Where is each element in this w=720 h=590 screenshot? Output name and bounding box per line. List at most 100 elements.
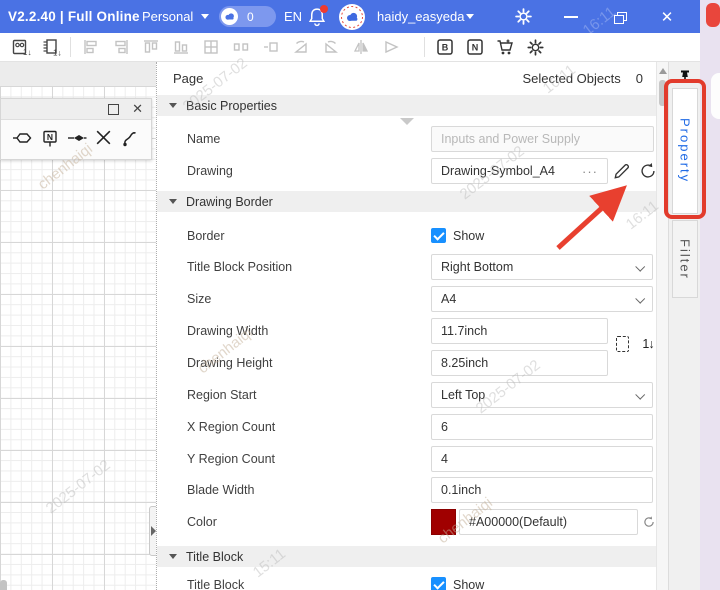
x-region-count-input[interactable]: 6 xyxy=(431,414,653,440)
row-name: Name xyxy=(157,126,657,152)
restore-button[interactable] xyxy=(604,0,634,33)
title-block-show-checkbox[interactable] xyxy=(431,577,446,590)
drawing-height-input[interactable]: 8.25inch xyxy=(431,350,608,376)
color-reset-icon[interactable] xyxy=(641,514,657,530)
selected-objects: Selected Objects 0 xyxy=(522,71,643,86)
no-connect-icon[interactable] xyxy=(94,128,113,152)
probe-icon[interactable] xyxy=(120,128,140,153)
minimize-button[interactable] xyxy=(556,0,586,33)
canvas-grid[interactable] xyxy=(0,86,156,590)
palette-close-icon[interactable]: ✕ xyxy=(132,100,143,118)
row-drawing-width: Drawing Width 11.7inch xyxy=(157,318,657,344)
chevron-down-icon xyxy=(635,389,645,399)
notification-badge xyxy=(320,5,328,13)
row-drawing-height: Drawing Height 8.25inch xyxy=(157,350,657,376)
palette-title-bar[interactable]: ✕ xyxy=(1,99,151,120)
border-label: Border xyxy=(187,229,225,243)
net-flag-icon[interactable] xyxy=(67,128,87,153)
row-y-region-count: Y Region Count 4 xyxy=(157,446,657,472)
drawing-height-label: Drawing Height xyxy=(187,356,272,370)
toolbar-separator xyxy=(424,37,425,57)
selected-objects-count: 0 xyxy=(636,71,643,86)
workspace-menu[interactable]: Personal xyxy=(142,0,193,33)
drawing-label: Drawing xyxy=(187,164,233,178)
border-show-checkbox[interactable] xyxy=(431,228,446,243)
flip-vertical-icon xyxy=(380,36,402,58)
canvas-left-scrollbar-thumb[interactable] xyxy=(0,580,7,590)
row-blade-width: Blade Width 0.1inch xyxy=(157,477,657,503)
pin-icon[interactable] xyxy=(12,128,33,153)
panel-collapse-arrow[interactable] xyxy=(400,118,414,125)
align-top-icon xyxy=(140,36,162,58)
blade-width-input[interactable]: 0.1inch xyxy=(431,477,653,503)
row-color: Color #A00000(Default) xyxy=(157,509,657,535)
align-right-icon xyxy=(110,36,132,58)
x-region-count-label: X Region Count xyxy=(187,420,275,434)
title-bar: V2.2.40 | Full Online Personal 0 EN haid… xyxy=(0,0,700,33)
app-version-label: V2.2.40 | Full Online xyxy=(8,0,140,33)
border-show-label: Show xyxy=(453,229,484,243)
coin-cloud-icon xyxy=(221,8,238,25)
region-start-label: Region Start xyxy=(187,388,256,402)
title-block-show-label: Show xyxy=(453,578,484,590)
section-collapse-icon xyxy=(169,554,177,559)
cart-icon[interactable] xyxy=(494,36,516,58)
tab-filter[interactable]: Filter xyxy=(672,220,698,298)
palette-maximize-icon[interactable] xyxy=(108,104,119,115)
drawing-width-label: Drawing Width xyxy=(187,324,268,338)
rotate-ccw-icon xyxy=(290,36,312,58)
align-grid-icon xyxy=(200,36,222,58)
color-swatch[interactable] xyxy=(431,509,456,535)
property-panel: Page Selected Objects 0 Basic Properties… xyxy=(156,62,657,590)
chevron-down-icon xyxy=(635,261,645,271)
distribute-vertical-icon xyxy=(260,36,282,58)
coin-balance-button[interactable]: 0 xyxy=(219,6,276,27)
notifications-bell-icon[interactable] xyxy=(308,7,328,27)
ic-order-icon[interactable]: 1↓ xyxy=(40,36,62,58)
color-input[interactable]: #A00000(Default) xyxy=(459,509,638,535)
annotation-arrow xyxy=(540,175,640,260)
row-x-region-count: X Region Count 6 xyxy=(157,414,657,440)
svg-text:N: N xyxy=(472,43,479,53)
region-start-select[interactable]: Left Top xyxy=(431,382,653,408)
align-left-icon xyxy=(80,36,102,58)
restore-icon xyxy=(614,12,625,22)
svg-text:N: N xyxy=(47,131,53,141)
section-collapse-icon xyxy=(169,103,177,108)
rotate-cw-icon xyxy=(320,36,342,58)
size-select[interactable]: A4 xyxy=(431,286,653,312)
desktop-red-widget xyxy=(706,3,720,27)
section-basic-properties[interactable]: Basic Properties xyxy=(157,95,657,116)
name-input[interactable] xyxy=(431,126,654,152)
y-region-count-input[interactable]: 4 xyxy=(431,446,653,472)
fit-size-icon[interactable] xyxy=(610,332,634,356)
language-button[interactable]: EN xyxy=(284,0,302,33)
align-bottom-icon xyxy=(170,36,192,58)
toolbar-separator xyxy=(70,37,71,57)
section-title-block[interactable]: Title Block xyxy=(157,546,657,567)
name-label: Name xyxy=(187,132,220,146)
footprint-order-icon[interactable]: 1↓ xyxy=(10,36,32,58)
user-avatar[interactable] xyxy=(339,4,365,30)
username-menu[interactable]: haidy_easyeda xyxy=(377,0,464,33)
palette-body: N xyxy=(1,120,151,160)
color-label: Color xyxy=(187,515,217,529)
annotation-highlight-box xyxy=(664,79,706,219)
svg-text:1↓: 1↓ xyxy=(23,48,31,57)
main-toolbar: 1↓ 1↓ xyxy=(0,33,700,62)
toolbar-settings-gear-icon[interactable] xyxy=(524,36,546,58)
scroll-up-arrow[interactable] xyxy=(659,68,667,74)
close-button[interactable]: ✕ xyxy=(652,0,682,33)
minimize-icon xyxy=(564,16,578,18)
chevron-down-icon xyxy=(466,14,474,19)
row-region-start: Region Start Left Top xyxy=(157,382,657,408)
net-label-icon[interactable]: N xyxy=(40,128,60,153)
bom-icon[interactable]: B xyxy=(434,36,456,58)
desktop-white-widget xyxy=(711,73,720,119)
settings-gear-icon[interactable] xyxy=(514,7,533,26)
schematic-canvas[interactable]: ✕ N xyxy=(0,62,156,590)
size-label: Size xyxy=(187,292,211,306)
drawing-width-input[interactable]: 11.7inch xyxy=(431,318,608,344)
netlist-icon[interactable]: N xyxy=(464,36,486,58)
blade-width-label: Blade Width xyxy=(187,483,254,497)
